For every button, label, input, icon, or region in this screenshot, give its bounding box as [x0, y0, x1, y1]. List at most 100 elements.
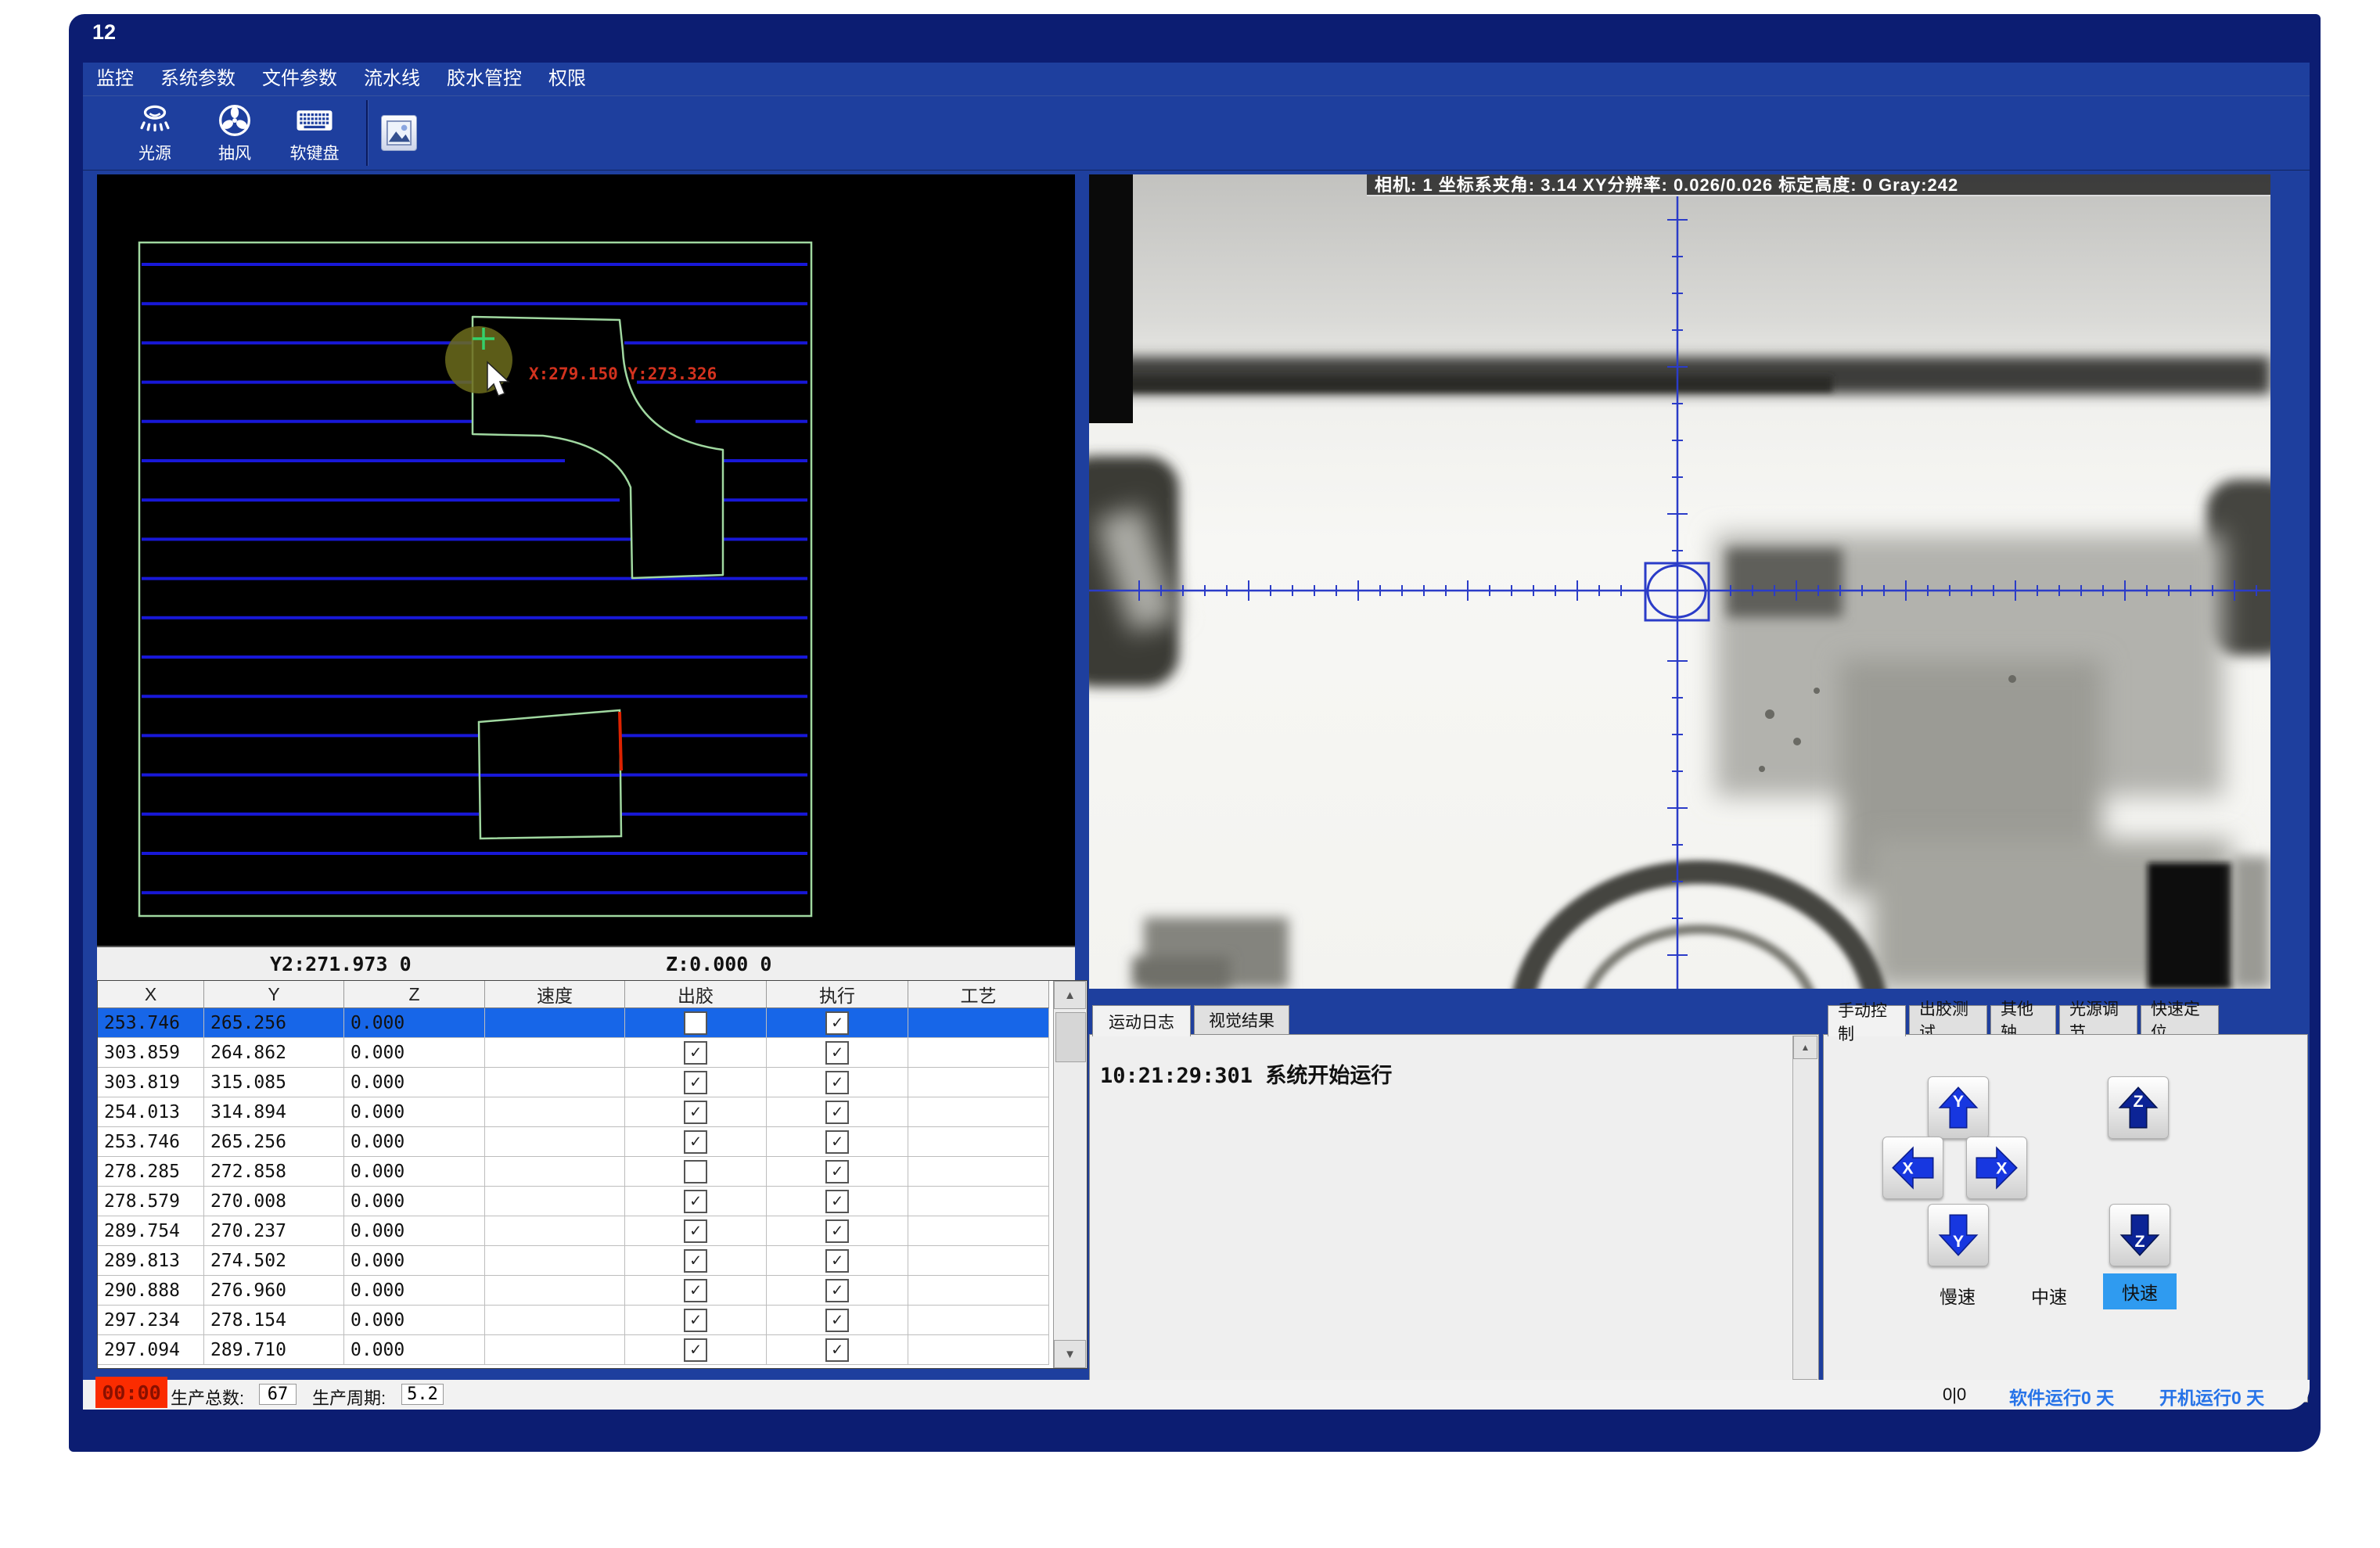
- table-cell-glue[interactable]: [625, 1008, 767, 1038]
- table-cell-z[interactable]: 0.000: [344, 1335, 485, 1365]
- tab-control-2[interactable]: 其他轴: [1990, 1005, 2056, 1034]
- table-cell-x[interactable]: 297.234: [98, 1306, 204, 1335]
- table-cell-exec[interactable]: ✓: [767, 1068, 908, 1097]
- table-cell-y[interactable]: 278.154: [204, 1306, 344, 1335]
- table-cell-craft[interactable]: [908, 1306, 1049, 1335]
- glue-checkbox[interactable]: ✓: [684, 1279, 707, 1302]
- table-cell-speed[interactable]: [485, 1157, 625, 1187]
- table-cell-glue[interactable]: ✓: [625, 1187, 767, 1216]
- jog-z-minus-button[interactable]: Z: [2109, 1204, 2170, 1266]
- table-cell-x[interactable]: 290.888: [98, 1276, 204, 1306]
- table-cell-x[interactable]: 289.813: [98, 1246, 204, 1276]
- table-cell-craft[interactable]: [908, 1216, 1049, 1246]
- table-cell-y[interactable]: 314.894: [204, 1097, 344, 1127]
- glue-checkbox[interactable]: ✓: [684, 1219, 707, 1243]
- exec-checkbox[interactable]: ✓: [825, 1219, 849, 1243]
- table-cell-x[interactable]: 303.819: [98, 1068, 204, 1097]
- glue-checkbox[interactable]: ✓: [684, 1101, 707, 1124]
- tab-log-1[interactable]: 视觉结果: [1194, 1005, 1289, 1034]
- menu-item-1[interactable]: 监控: [83, 63, 147, 95]
- table-cell-z[interactable]: 0.000: [344, 1008, 485, 1038]
- scroll-up-icon[interactable]: ▲: [1054, 981, 1086, 1009]
- speed-option-0[interactable]: 慢速: [1940, 1282, 1976, 1309]
- table-cell-y[interactable]: 276.960: [204, 1276, 344, 1306]
- table-cell-exec[interactable]: ✓: [767, 1216, 908, 1246]
- table-cell-speed[interactable]: [485, 1276, 625, 1306]
- table-cell-z[interactable]: 0.000: [344, 1216, 485, 1246]
- table-cell-glue[interactable]: ✓: [625, 1216, 767, 1246]
- table-cell-x[interactable]: 253.746: [98, 1008, 204, 1038]
- table-cell-glue[interactable]: [625, 1157, 767, 1187]
- table-cell-exec[interactable]: ✓: [767, 1157, 908, 1187]
- design-canvas[interactable]: X:279.150 Y:273.326: [97, 174, 1075, 946]
- exec-checkbox[interactable]: ✓: [825, 1130, 849, 1154]
- glue-checkbox[interactable]: ✓: [684, 1309, 707, 1332]
- table-cell-z[interactable]: 0.000: [344, 1038, 485, 1068]
- exec-checkbox[interactable]: ✓: [825, 1071, 849, 1094]
- table-cell-z[interactable]: 0.000: [344, 1097, 485, 1127]
- table-cell-z[interactable]: 0.000: [344, 1306, 485, 1335]
- table-cell-glue[interactable]: ✓: [625, 1097, 767, 1127]
- table-cell-x[interactable]: 289.754: [98, 1216, 204, 1246]
- menu-item-2[interactable]: 系统参数: [147, 63, 249, 95]
- glue-checkbox[interactable]: ✓: [684, 1249, 707, 1273]
- table-cell-x[interactable]: 254.013: [98, 1097, 204, 1127]
- table-cell-glue[interactable]: ✓: [625, 1038, 767, 1068]
- table-cell-z[interactable]: 0.000: [344, 1068, 485, 1097]
- table-cell-exec[interactable]: ✓: [767, 1008, 908, 1038]
- table-cell-speed[interactable]: [485, 1216, 625, 1246]
- table-cell-exec[interactable]: ✓: [767, 1187, 908, 1216]
- glue-checkbox[interactable]: ✓: [684, 1130, 707, 1154]
- jog-x-plus-button[interactable]: X: [1966, 1137, 2027, 1199]
- table-cell-speed[interactable]: [485, 1187, 625, 1216]
- menu-item-6[interactable]: 权限: [535, 63, 599, 95]
- table-cell-craft[interactable]: [908, 1187, 1049, 1216]
- tab-control-0[interactable]: 手动控制: [1828, 1005, 1906, 1036]
- table-cell-exec[interactable]: ✓: [767, 1127, 908, 1157]
- table-cell-speed[interactable]: [485, 1038, 625, 1068]
- table-cell-z[interactable]: 0.000: [344, 1276, 485, 1306]
- glue-checkbox[interactable]: [684, 1011, 707, 1035]
- exec-checkbox[interactable]: ✓: [825, 1101, 849, 1124]
- table-cell-exec[interactable]: ✓: [767, 1097, 908, 1127]
- scroll-thumb[interactable]: [1055, 1012, 1086, 1062]
- toolbar-button-fan[interactable]: 抽风: [202, 102, 268, 164]
- exec-checkbox[interactable]: ✓: [825, 1309, 849, 1332]
- table-cell-craft[interactable]: [908, 1038, 1049, 1068]
- table-cell-craft[interactable]: [908, 1157, 1049, 1187]
- toolbar-button-light[interactable]: 光源: [122, 102, 188, 164]
- table-cell-speed[interactable]: [485, 1008, 625, 1038]
- table-cell-glue[interactable]: ✓: [625, 1306, 767, 1335]
- menu-item-4[interactable]: 流水线: [351, 63, 433, 95]
- table-cell-craft[interactable]: [908, 1276, 1049, 1306]
- exec-checkbox[interactable]: ✓: [825, 1338, 849, 1362]
- table-cell-z[interactable]: 0.000: [344, 1187, 485, 1216]
- glue-checkbox[interactable]: ✓: [684, 1190, 707, 1213]
- exec-checkbox[interactable]: ✓: [825, 1041, 849, 1065]
- table-cell-craft[interactable]: [908, 1068, 1049, 1097]
- table-cell-exec[interactable]: ✓: [767, 1306, 908, 1335]
- jog-x-minus-button[interactable]: X: [1882, 1137, 1943, 1199]
- scroll-down-icon[interactable]: ▼: [1054, 1340, 1086, 1368]
- table-cell-y[interactable]: 289.710: [204, 1335, 344, 1365]
- table-cell-z[interactable]: 0.000: [344, 1246, 485, 1276]
- table-cell-x[interactable]: 253.746: [98, 1127, 204, 1157]
- tab-log-0[interactable]: 运动日志: [1092, 1005, 1191, 1036]
- table-cell-x[interactable]: 297.094: [98, 1335, 204, 1365]
- jog-y-minus-button[interactable]: Y: [1928, 1204, 1989, 1266]
- table-cell-craft[interactable]: [908, 1246, 1049, 1276]
- table-cell-y[interactable]: 265.256: [204, 1008, 344, 1038]
- jog-z-plus-button[interactable]: Z: [2108, 1076, 2169, 1139]
- table-cell-exec[interactable]: ✓: [767, 1276, 908, 1306]
- table-cell-speed[interactable]: [485, 1097, 625, 1127]
- table-cell-glue[interactable]: ✓: [625, 1276, 767, 1306]
- table-cell-y[interactable]: 265.256: [204, 1127, 344, 1157]
- table-cell-glue[interactable]: ✓: [625, 1127, 767, 1157]
- table-cell-exec[interactable]: ✓: [767, 1246, 908, 1276]
- table-cell-speed[interactable]: [485, 1306, 625, 1335]
- table-cell-speed[interactable]: [485, 1127, 625, 1157]
- tab-control-4[interactable]: 快速定位: [2141, 1005, 2219, 1034]
- toolbar-button-keyboard[interactable]: 软键盘: [282, 102, 347, 164]
- tab-control-3[interactable]: 光源调节: [2059, 1005, 2137, 1034]
- glue-checkbox[interactable]: ✓: [684, 1338, 707, 1362]
